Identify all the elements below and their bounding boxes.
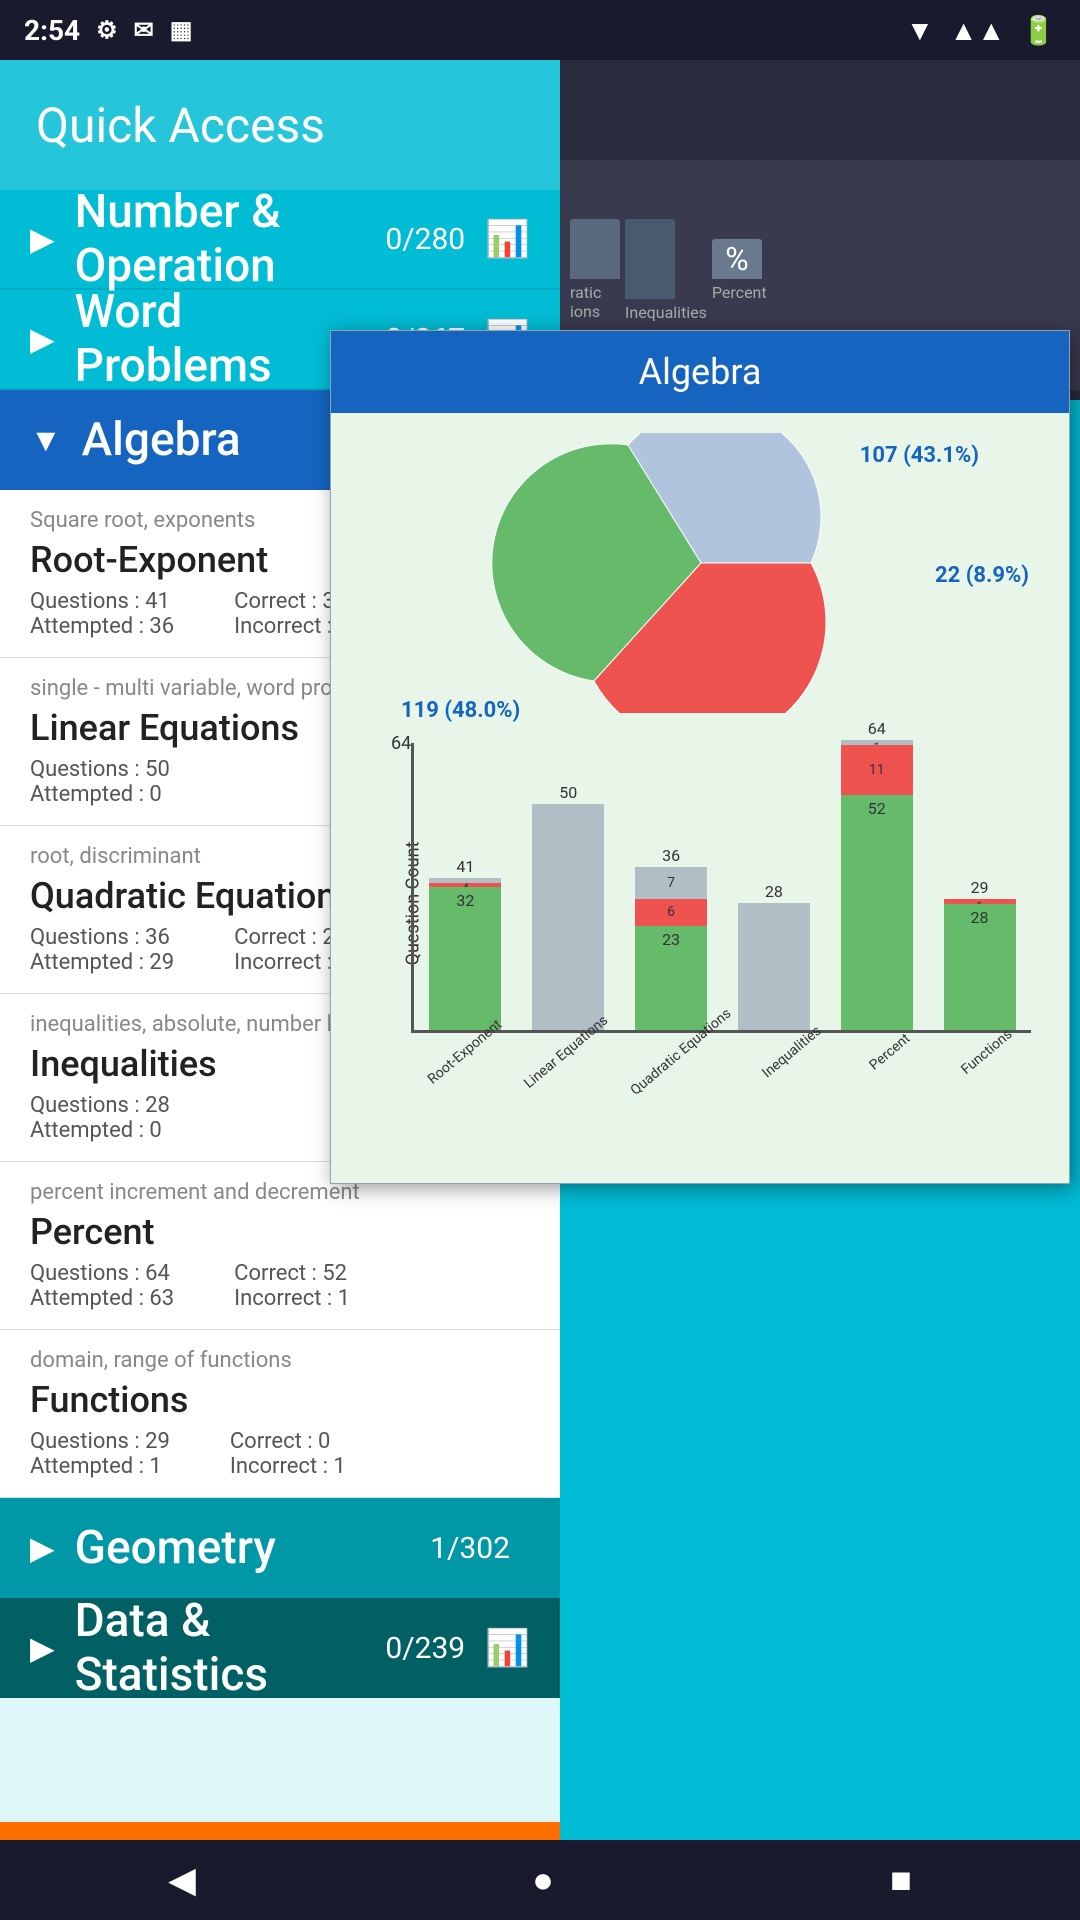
- quick-access-title: Quick Access: [36, 97, 325, 154]
- settings-icon: ⚙: [96, 16, 118, 44]
- root-exponent-attempted: Attempted : 36: [30, 614, 174, 639]
- functions-correct: Correct : 0: [230, 1429, 346, 1454]
- email-icon: ✉: [134, 16, 154, 44]
- status-right: ▼ ▲▲ 🔋: [906, 14, 1056, 47]
- data-statistics-count: 0/239: [385, 1631, 465, 1666]
- linear-equations-attempted: Attempted : 0: [30, 782, 170, 807]
- inequalities-attempted: Attempted : 0: [30, 1118, 170, 1143]
- signal-icon: ▲▲: [950, 14, 1005, 47]
- chart-area: 107 (43.1%) 22 (8.9%) 119 (48.0%) Questi…: [331, 413, 1069, 1183]
- linear-equations-questions: Questions : 50: [30, 757, 170, 782]
- geometry-title: Geometry: [75, 1521, 431, 1575]
- card-icon: ▦: [170, 16, 193, 44]
- number-operation-title: Number & Operation: [75, 190, 386, 293]
- pie-chart-container: 107 (43.1%) 22 (8.9%) 119 (48.0%): [361, 433, 1039, 733]
- wifi-icon: ▼: [906, 14, 934, 47]
- status-left: 2:54 ⚙ ✉ ▦: [24, 14, 192, 47]
- percent-correct: Correct : 52: [234, 1261, 350, 1286]
- functions-incorrect: Incorrect : 1: [230, 1454, 346, 1479]
- functions-attempted: Attempted : 1: [30, 1454, 170, 1479]
- functions-section[interactable]: domain, range of functions Functions Que…: [0, 1330, 560, 1498]
- x-axis-labels: Root-Exponent Linear Equations Quadratic…: [411, 1038, 1031, 1062]
- pie-label-green: 107 (43.1%): [860, 443, 979, 468]
- pie-label-blue: 119 (48.0%): [401, 698, 520, 723]
- bar-chart-container: Question Count 64 41 4 32: [361, 733, 1041, 1153]
- functions-questions: Questions : 29: [30, 1429, 170, 1454]
- y-max-label: 64: [391, 733, 411, 754]
- percent-questions: Questions : 64: [30, 1261, 174, 1286]
- bar-area: 41 4 32 50 36: [411, 743, 1031, 1033]
- percent-attempted: Attempted : 63: [30, 1286, 174, 1311]
- bar-inequalities: 28: [722, 882, 825, 1030]
- percent-section[interactable]: percent increment and decrement Percent …: [0, 1162, 560, 1330]
- bottom-strip: [0, 1822, 560, 1840]
- quick-access-header: Quick Access: [0, 60, 560, 190]
- number-operation-chart-icon: 📊: [485, 218, 530, 260]
- nav-back-button[interactable]: ◀: [138, 1849, 226, 1911]
- number-operation-arrow: ▶: [30, 220, 55, 258]
- percent-incorrect: Incorrect : 1: [234, 1286, 350, 1311]
- nav-home-button[interactable]: ●: [502, 1849, 584, 1911]
- geometry-header[interactable]: ▶ Geometry 1/302: [0, 1498, 560, 1598]
- percent-title: Percent: [30, 1211, 530, 1253]
- number-operation-header[interactable]: ▶ Number & Operation 0/280 📊: [0, 190, 560, 290]
- nav-bar: ◀ ● ■: [0, 1840, 1080, 1920]
- bar-functions: 29 1 28: [928, 878, 1031, 1030]
- functions-title: Functions: [30, 1379, 530, 1421]
- functions-stats: Questions : 29 Attempted : 1 Correct : 0…: [30, 1429, 530, 1479]
- algebra-chart-popup: Algebra: [330, 330, 1070, 1184]
- data-statistics-title: Data & Statistics: [75, 1594, 386, 1702]
- status-bar: 2:54 ⚙ ✉ ▦ ▼ ▲▲ 🔋: [0, 0, 1080, 60]
- bar-linear-equations: 50: [517, 783, 620, 1030]
- data-statistics-chart-icon: 📊: [485, 1627, 530, 1669]
- chart-popup-title: Algebra: [331, 331, 1069, 413]
- quadratic-attempted: Attempted : 29: [30, 950, 174, 975]
- time-display: 2:54: [24, 14, 80, 47]
- quadratic-questions: Questions : 36: [30, 925, 174, 950]
- geometry-arrow: ▶: [30, 1529, 55, 1567]
- functions-label: domain, range of functions: [30, 1348, 530, 1373]
- data-statistics-header[interactable]: ▶ Data & Statistics 0/239 📊: [0, 1598, 560, 1698]
- algebra-arrow: ▼: [30, 421, 62, 459]
- percent-stats: Questions : 64 Attempted : 63 Correct : …: [30, 1261, 530, 1311]
- pie-label-red: 22 (8.9%): [935, 563, 1029, 588]
- bar-quadratic: 36 7 6 23: [620, 846, 723, 1030]
- battery-icon: 🔋: [1021, 14, 1056, 47]
- nav-recent-button[interactable]: ■: [860, 1849, 942, 1911]
- root-exponent-questions: Questions : 41: [30, 589, 174, 614]
- bar-percent: 64 1 11 52: [825, 719, 928, 1030]
- data-statistics-arrow: ▶: [30, 1629, 55, 1667]
- geometry-count: 1/302: [430, 1531, 510, 1566]
- word-problems-arrow: ▶: [30, 320, 55, 358]
- bar-root-exponent: 41 4 32: [414, 857, 517, 1030]
- inequalities-questions: Questions : 28: [30, 1093, 170, 1118]
- number-operation-count: 0/280: [385, 222, 465, 257]
